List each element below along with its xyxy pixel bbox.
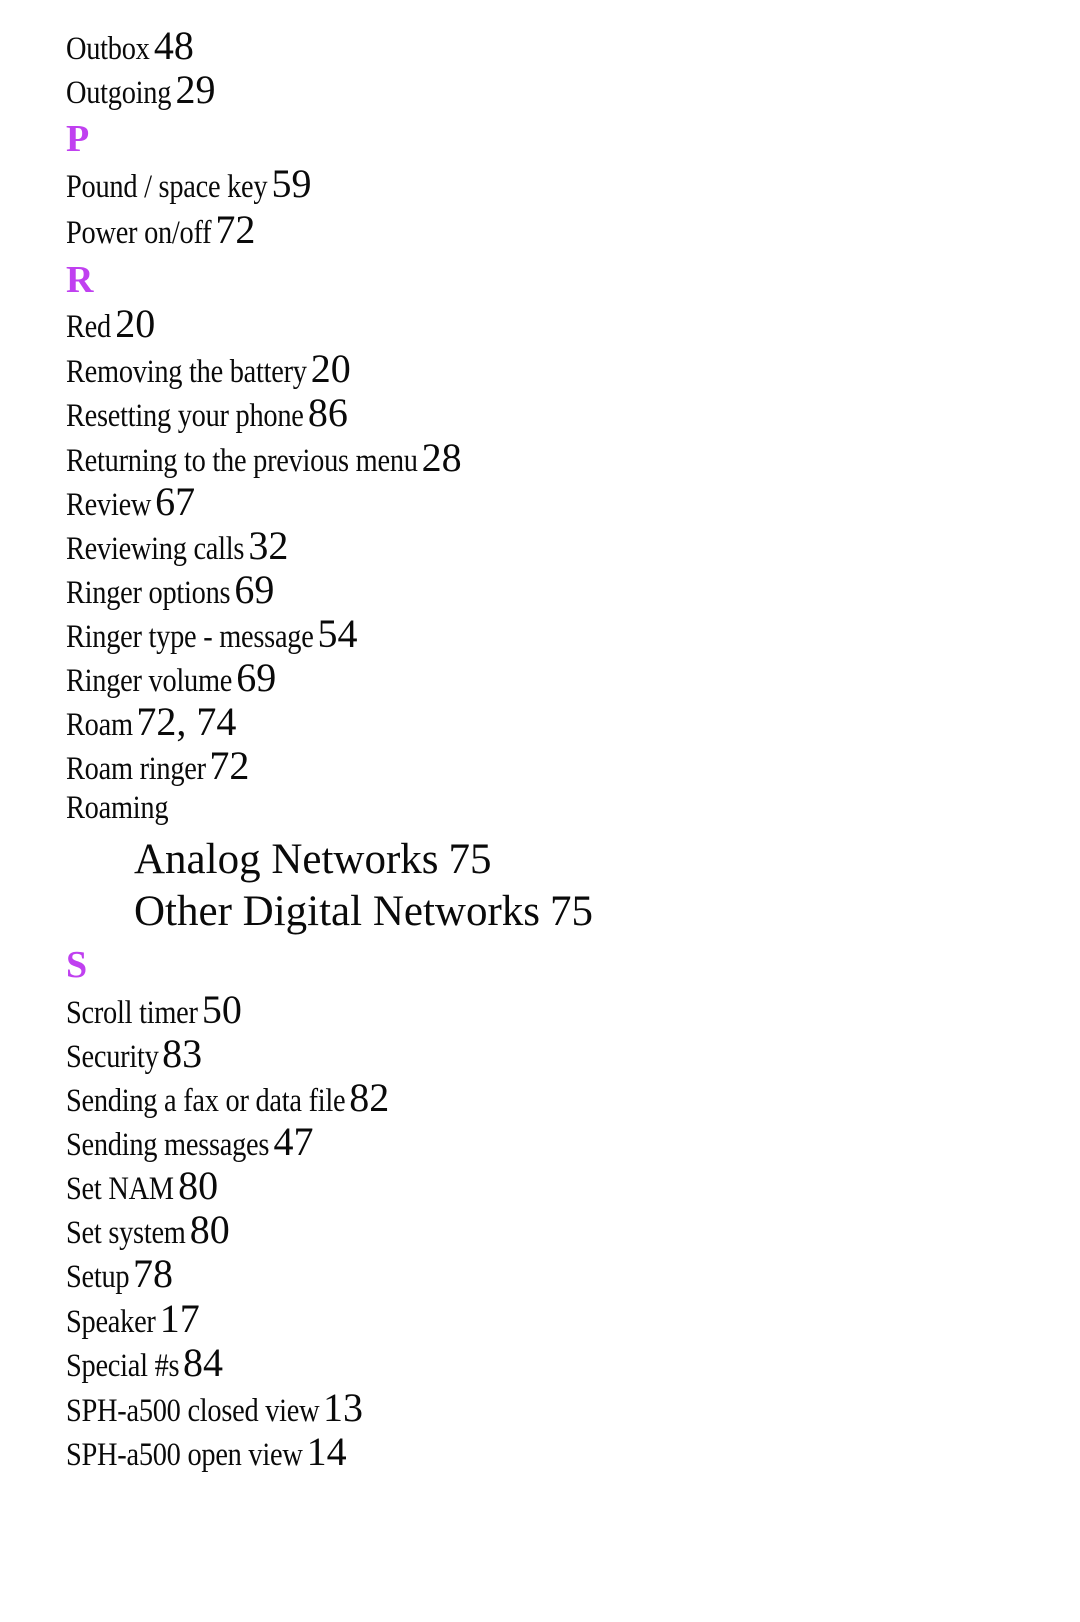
index-entry: SPH-a500 open view 14 [66,1432,347,1472]
index-entry: Speaker 17 [66,1299,200,1339]
index-term: Set system [66,1215,186,1251]
index-term: Ringer type - message [66,619,314,655]
index-entry: Scroll timer 50 [66,990,242,1030]
index-page-ref: 59 [271,161,312,206]
index-entry: Resetting your phone 86 [66,393,348,433]
index-page-ref: 78 [133,1251,174,1296]
index-term: Special #s [66,1348,180,1384]
index-entry: Outbox 48 [66,26,194,66]
index-entry: Setup 78 [66,1254,173,1294]
index-entry: Set system 80 [66,1210,230,1250]
index-entry: Removing the battery 20 [66,349,351,389]
index-page-ref: 75 [448,836,492,883]
index-term: Setup [66,1259,130,1295]
index-entry: Review 67 [66,482,195,522]
index-term: Roaming [66,790,169,826]
index-page-ref: 20 [115,301,156,346]
index-page-ref: 82 [349,1075,390,1120]
index-entry: Security 83 [66,1034,202,1074]
index-page-ref: 83 [162,1031,203,1076]
index-page-ref: 47 [273,1119,314,1164]
index-page-ref: 48 [153,23,194,68]
index-page-ref: 32 [248,523,289,568]
index-entry: Pound / space key 59 [66,164,311,204]
index-term: Resetting your phone [66,398,304,434]
index-entry: Set NAM 80 [66,1166,218,1206]
section-letter-s: S [66,944,88,986]
index-term: Roam [66,707,133,743]
index-subterm: Analog Networks [134,836,439,883]
index-entry: Roam ringer 72 [66,746,249,786]
index-entry: Roaming [66,790,169,826]
index-term: Sending messages [66,1127,270,1163]
index-term: Reviewing calls [66,531,245,567]
index-entry: Special #s 84 [66,1343,223,1383]
index-entry: Ringer options 69 [66,570,274,610]
index-page-ref: 75 [550,888,594,935]
index-page-ref: 80 [178,1163,219,1208]
index-page-ref: 69 [234,567,275,612]
index-term: Security [66,1039,159,1075]
index-entry: Roam 72, 74 [66,702,236,742]
index-entry: Reviewing calls 32 [66,526,288,566]
index-page-ref: 50 [201,987,242,1032]
index-term: Roam ringer [66,751,206,787]
index-subterm: Other Digital Networks [134,888,541,935]
index-term: SPH-a500 open view [66,1437,303,1473]
index-entry: Sending messages 47 [66,1122,313,1162]
index-term: Pound / space key [66,169,268,205]
index-page-ref: 72 [215,207,256,252]
index-term: Red [66,309,111,345]
index-page-ref: 86 [307,390,348,435]
index-page-ref: 80 [189,1207,230,1252]
index-page-ref: 69 [236,655,277,700]
index-entry: Ringer type - message 54 [66,614,357,654]
index-page-ref: 72 [209,743,250,788]
index-page-ref: 14 [306,1429,347,1474]
index-page-ref: 84 [183,1340,224,1385]
index-term: Outgoing [66,75,172,111]
index-page-ref: 17 [159,1296,200,1341]
index-term: Speaker [66,1304,156,1340]
index-entry: Returning to the previous menu 28 [66,438,462,478]
index-term: Sending a fax or data file [66,1083,346,1119]
index-term: SPH-a500 closed view [66,1393,320,1429]
index-term: Power on/off [66,215,212,251]
section-letter-p: P [66,118,90,160]
index-term: Ringer options [66,575,231,611]
index-term: Set NAM [66,1171,174,1207]
index-subentry: Other Digital Networks 75 [134,890,593,933]
index-page-ref: 13 [323,1385,364,1430]
index-page-ref: 54 [317,611,358,656]
index-page-ref: 67 [155,479,196,524]
index-entry: SPH-a500 closed view 13 [66,1388,363,1428]
index-subentry: Analog Networks 75 [134,838,492,881]
index-term: Removing the battery [66,354,307,390]
index-entry: Red 20 [66,304,155,344]
index-term: Ringer volume [66,663,233,699]
index-term: Outbox [66,31,150,67]
index-term: Scroll timer [66,995,198,1031]
index-entry: Outgoing 29 [66,70,215,110]
index-page-ref: 29 [175,67,216,112]
index-page-ref: 28 [421,435,462,480]
index-entry: Sending a fax or data file 82 [66,1078,389,1118]
index-term: Review [66,487,152,523]
index-page-ref: 72, 74 [136,699,237,744]
index-entry: Ringer volume 69 [66,658,276,698]
index-term: Returning to the previous menu [66,443,418,479]
index-entry: Power on/off 72 [66,210,255,250]
index-page-ref: 20 [310,346,351,391]
section-letter-r: R [66,259,94,301]
